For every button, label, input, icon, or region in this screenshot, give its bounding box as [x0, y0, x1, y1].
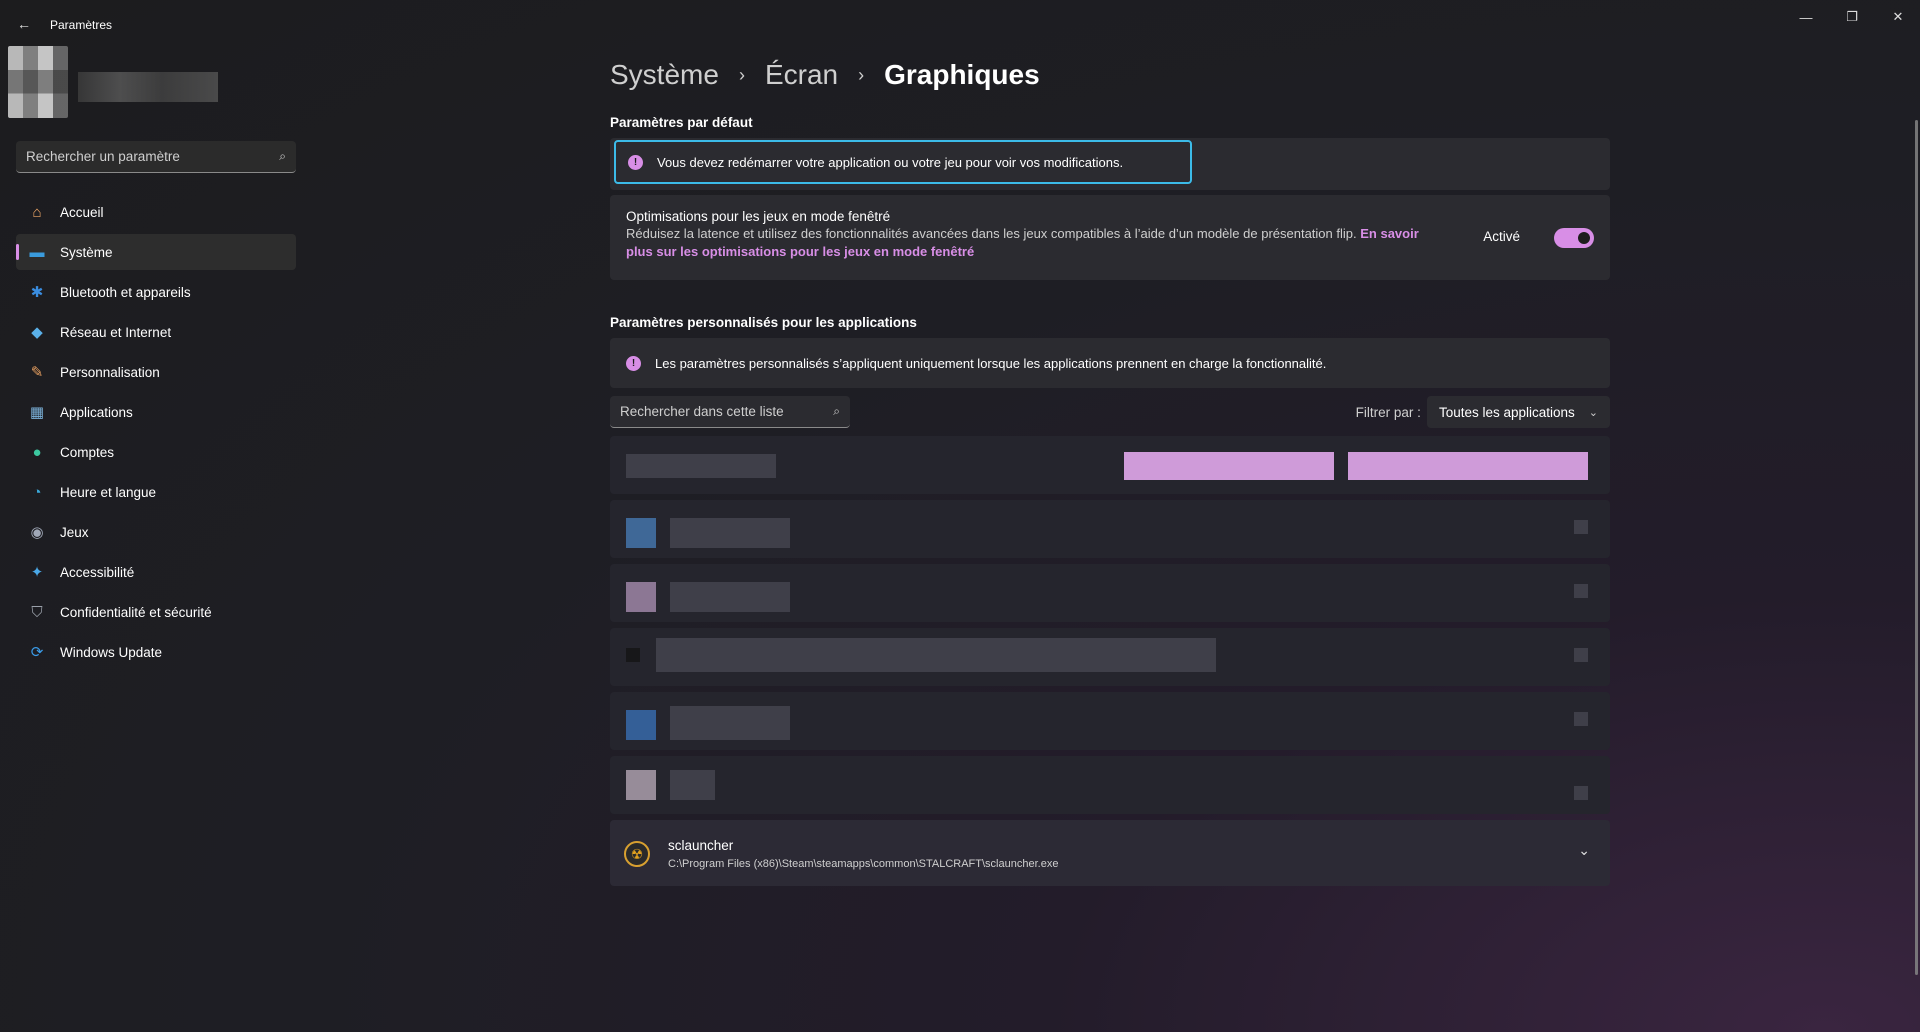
search-icon[interactable]: ⌕	[279, 149, 286, 164]
section-title-defaults: Paramètres par défaut	[610, 115, 753, 130]
sidebar-item-comptes[interactable]: ● Comptes	[16, 434, 296, 470]
restart-notice-text: Vous devez redémarrer votre application …	[657, 154, 1124, 170]
globe-clock-icon: ◔	[32, 483, 42, 501]
settings-search-input[interactable]	[26, 149, 280, 164]
sidebar-item-label: Applications	[60, 404, 133, 420]
sidebar-item-accueil[interactable]: ⌂ Accueil	[16, 194, 296, 230]
list-item[interactable]	[610, 564, 1610, 622]
sidebar-item-label: Personnalisation	[60, 364, 160, 380]
sidebar-item-label: Système	[60, 244, 113, 260]
windowed-opt-title: Optimisations pour les jeux en mode fenê…	[626, 209, 891, 224]
chevron-down-icon[interactable]: ⌄	[1578, 842, 1590, 859]
app-list: ☢ sclauncher C:\Program Files (x86)\Stea…	[610, 436, 1610, 886]
toggle-status-label: Activé	[1483, 229, 1520, 244]
sidebar-item-bluetooth-et-appareils[interactable]: ✱ Bluetooth et appareils	[16, 274, 296, 310]
sidebar-nav: ⌂ Accueil ▬ Système ✱ Bluetooth et appareils ◆…	[16, 194, 296, 674]
radiation-icon: ☢	[624, 841, 650, 867]
sidebar-item-heure-et-langue[interactable]: ◔ Heure et langue	[16, 474, 296, 510]
app-name: sclauncher	[668, 838, 734, 853]
bluetooth-icon: ✱	[30, 284, 44, 301]
sidebar-item-label: Comptes	[60, 444, 115, 460]
app-title: Paramètres	[50, 18, 113, 32]
breadcrumb-systeme[interactable]: Système	[610, 59, 719, 91]
search-icon[interactable]: ⌕	[833, 404, 840, 419]
info-icon: !	[628, 154, 643, 170]
filter-value: Toutes les applications	[1438, 404, 1575, 420]
user-info-blurred	[78, 72, 218, 102]
sidebar-item-label: Heure et langue	[60, 484, 157, 500]
maximize-button[interactable]: ❐	[1832, 6, 1872, 28]
sidebar-item-label: Accueil	[60, 204, 104, 220]
list-item-sclauncher[interactable]: ☢ sclauncher C:\Program Files (x86)\Stea…	[610, 820, 1610, 886]
list-item[interactable]	[610, 628, 1610, 686]
close-button[interactable]: ✕	[1878, 6, 1918, 28]
settings-search-box[interactable]: ⌕	[16, 141, 296, 173]
sidebar-item-applications[interactable]: ▦ Applications	[16, 394, 296, 430]
sidebar-item-personnalisation[interactable]: ✎ Personnalisation	[16, 354, 296, 390]
sidebar-item-label: Accessibilité	[60, 564, 135, 580]
chevron-right-icon: ›	[858, 64, 865, 85]
list-item[interactable]	[610, 436, 1610, 494]
brush-icon: ✎	[30, 364, 44, 381]
accessibility-icon: ✦	[30, 564, 44, 581]
list-search-input[interactable]	[620, 404, 834, 419]
app-path: C:\Program Files (x86)\Steam\steamapps\c…	[668, 858, 1059, 870]
restart-notice-card: ! Vous devez redémarrer votre applicatio…	[610, 138, 1610, 190]
breadcrumb: Système › Écran › Graphiques	[610, 50, 1610, 100]
back-arrow-icon[interactable]: ←	[14, 14, 34, 34]
sidebar-item-jeux[interactable]: ◉ Jeux	[16, 514, 296, 550]
sidebar-item-label: Windows Update	[60, 644, 163, 660]
wifi-icon: ◆	[31, 324, 43, 341]
windowed-opt-description: Réduisez la latence et utilisez des fonc…	[626, 225, 1436, 261]
restart-notice: ! Vous devez redémarrer votre applicatio…	[614, 140, 1192, 184]
filter-dropdown[interactable]: Toutes les applications ⌄	[1426, 396, 1610, 428]
sidebar-item-systeme[interactable]: ▬ Système	[16, 234, 296, 270]
sidebar-item-label: Réseau et Internet	[60, 324, 172, 340]
chevron-right-icon: ›	[738, 64, 745, 85]
filter-group: Filtrer par : Toutes les applications ⌄	[1356, 396, 1610, 428]
home-icon: ⌂	[32, 203, 42, 221]
minimize-button[interactable]: —	[1786, 6, 1826, 28]
list-toolbar: ⌕ Filtrer par : Toutes les applications …	[610, 396, 1610, 428]
info-icon: !	[626, 355, 641, 371]
sidebar-item-confidentialite-et-securite[interactable]: ⛉ Confidentialité et sécurité	[16, 594, 296, 630]
list-item[interactable]	[610, 756, 1610, 814]
sidebar-item-label: Jeux	[60, 524, 89, 540]
chevron-down-icon: ⌄	[1588, 406, 1598, 419]
main-content: Système › Écran › Graphiques Paramètres …	[610, 50, 1610, 892]
title-bar: ← Paramètres — ❐ ✕	[0, 0, 1920, 48]
list-item[interactable]	[610, 692, 1610, 750]
sidebar-item-accessibilite[interactable]: ✦ Accessibilité	[16, 554, 296, 590]
sidebar-item-reseau-et-internet[interactable]: ◆ Réseau et Internet	[16, 314, 296, 350]
display-icon: ▬	[29, 243, 45, 261]
list-item[interactable]	[610, 500, 1610, 558]
filter-label: Filtrer par :	[1355, 404, 1421, 420]
windowed-optimizations-card: Optimisations pour les jeux en mode fenê…	[610, 195, 1610, 280]
update-icon: ⟳	[30, 644, 44, 661]
sidebar-item-label: Bluetooth et appareils	[60, 284, 191, 300]
scrollbar[interactable]	[1915, 120, 1918, 975]
sidebar-item-label: Confidentialité et sécurité	[60, 604, 212, 620]
shield-icon: ⛉	[31, 603, 43, 621]
breadcrumb-ecran[interactable]: Écran	[765, 59, 838, 91]
gamepad-icon: ◉	[30, 524, 44, 541]
windowed-opt-toggle[interactable]	[1554, 228, 1594, 248]
person-icon: ●	[32, 443, 42, 461]
sidebar-item-windows-update[interactable]: ⟳ Windows Update	[16, 634, 296, 670]
section-title-custom: Paramètres personnalisés pour les applic…	[610, 315, 917, 330]
apps-icon: ▦	[29, 404, 45, 421]
list-search-box[interactable]: ⌕	[610, 396, 850, 428]
page-title: Graphiques	[884, 59, 1040, 90]
custom-notice-text: Les paramètres personnalisés s’appliquen…	[655, 355, 1327, 371]
avatar	[8, 46, 68, 118]
custom-notice-card: ! Les paramètres personnalisés s’appliqu…	[610, 338, 1610, 388]
windowed-opt-description-text: Réduisez la latence et utilisez des fonc…	[626, 226, 1357, 241]
